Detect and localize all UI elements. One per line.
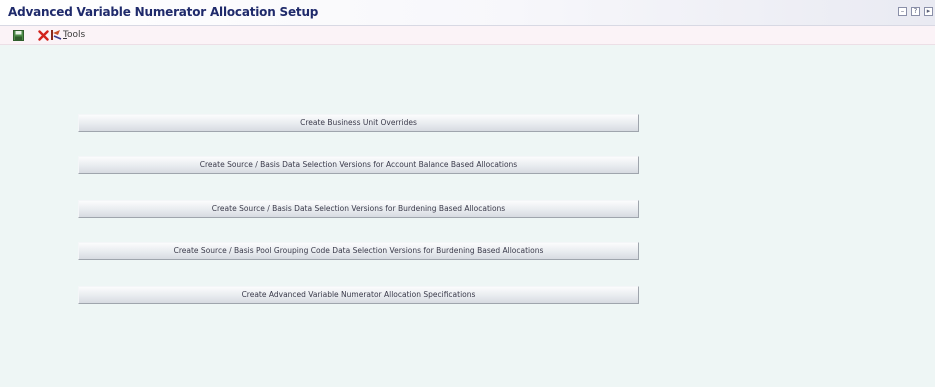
save-icon <box>12 29 24 41</box>
tools-menu[interactable]: Tools <box>63 30 85 40</box>
close-icon <box>37 29 49 41</box>
toolbar: Tools <box>0 26 935 45</box>
create-account-balance-versions-button[interactable]: Create Source / Basis Data Selection Ver… <box>78 156 639 174</box>
page-title: Advanced Variable Numerator Allocation S… <box>8 5 319 19</box>
application-window: Advanced Variable Numerator Allocation S… <box>0 0 935 387</box>
title-bar-icons: – ? ▸ <box>898 7 933 16</box>
create-allocation-specifications-button[interactable]: Create Advanced Variable Numerator Alloc… <box>78 286 639 304</box>
save-button[interactable] <box>12 29 24 41</box>
title-bar: Advanced Variable Numerator Allocation S… <box>0 0 935 26</box>
tools-icon <box>51 30 62 40</box>
tools-button[interactable] <box>50 29 62 41</box>
window-min-icon[interactable]: – <box>898 7 907 16</box>
tools-label: ools <box>66 30 86 40</box>
main-content: Create Business Unit Overrides Create So… <box>0 45 935 387</box>
help-icon[interactable]: ? <box>911 7 920 16</box>
popout-icon[interactable]: ▸ <box>924 7 933 16</box>
create-burdening-versions-button[interactable]: Create Source / Basis Data Selection Ver… <box>78 200 639 218</box>
create-pool-grouping-versions-button[interactable]: Create Source / Basis Pool Grouping Code… <box>78 242 639 260</box>
close-button[interactable] <box>37 29 49 41</box>
create-business-unit-overrides-button[interactable]: Create Business Unit Overrides <box>78 114 639 132</box>
